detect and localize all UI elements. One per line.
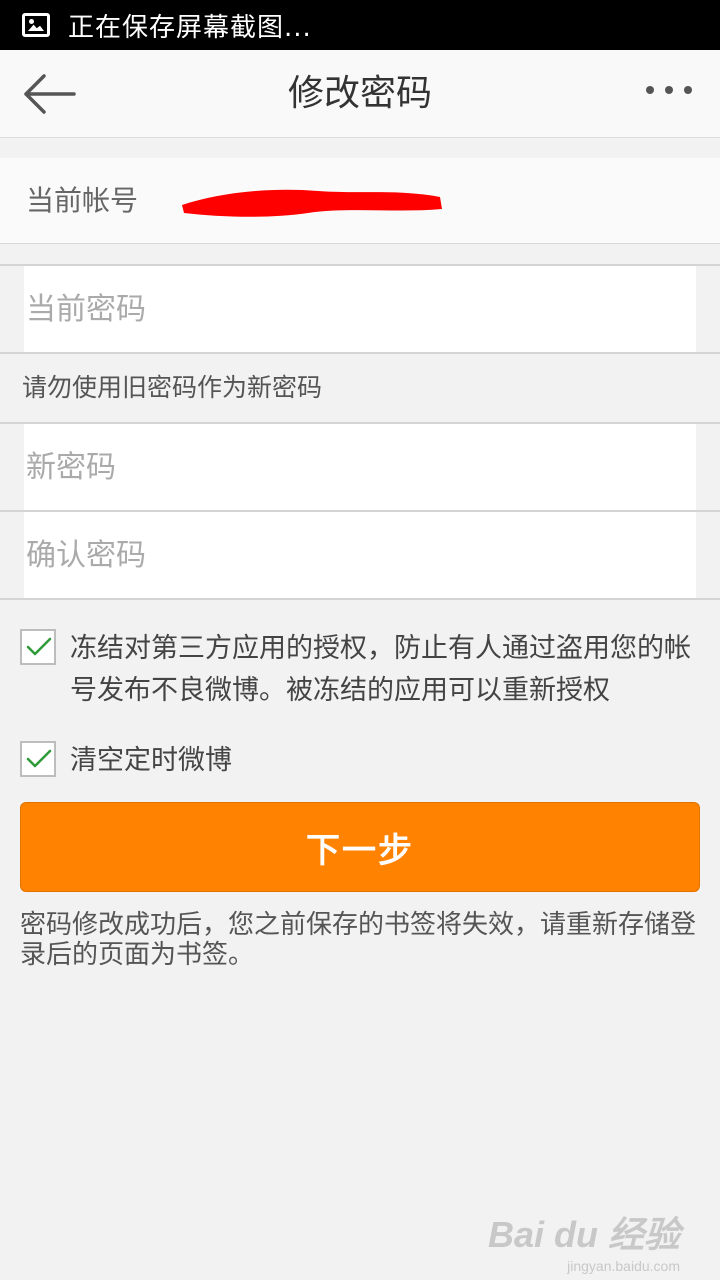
footnote: 密码修改成功后，您之前保存的书签将失效，请重新存储登录后的页面为书签。 <box>20 910 697 970</box>
confirm-password-input[interactable] <box>24 512 696 598</box>
watermark-main: Bai du 经验 <box>487 1214 680 1255</box>
status-text: 正在保存屏幕截图... <box>68 12 312 43</box>
account-label: 当前帐号 <box>26 184 139 217</box>
status-bar: 正在保存屏幕截图... <box>0 0 720 50</box>
freeze-auth-label: 冻结对第三方应用的授权，防止有人通过盗用您的帐号发布不良微博。被冻结的应用可以重… <box>70 633 691 706</box>
clear-scheduled-label: 清空定时微博 <box>70 745 232 776</box>
divider <box>0 352 720 354</box>
image-icon <box>22 13 50 37</box>
checkmark-icon <box>26 749 52 768</box>
password-hint: 请勿使用旧密码作为新密码 <box>22 373 323 402</box>
watermark-sub: jingyan.baidu.com <box>567 1258 680 1274</box>
new-password-input[interactable] <box>24 424 696 510</box>
clear-scheduled-option[interactable]: 清空定时微博 <box>20 740 700 782</box>
page-title: 修改密码 <box>287 73 432 114</box>
clear-scheduled-checkbox[interactable] <box>20 741 56 777</box>
nav-bar: 修改密码 <box>0 50 720 138</box>
baidu-watermark: Bai du 经验 jingyan.baidu.com <box>488 1206 680 1274</box>
divider <box>0 598 720 600</box>
current-password-input[interactable] <box>24 266 696 352</box>
checkmark-icon <box>26 637 52 656</box>
redaction-mark <box>182 189 442 217</box>
freeze-auth-checkbox[interactable] <box>20 629 56 665</box>
freeze-auth-option[interactable]: 冻结对第三方应用的授权，防止有人通过盗用您的帐号发布不良微博。被冻结的应用可以重… <box>20 628 700 712</box>
next-step-button[interactable]: 下一步 <box>20 802 700 892</box>
more-dots-icon[interactable] <box>644 80 694 104</box>
